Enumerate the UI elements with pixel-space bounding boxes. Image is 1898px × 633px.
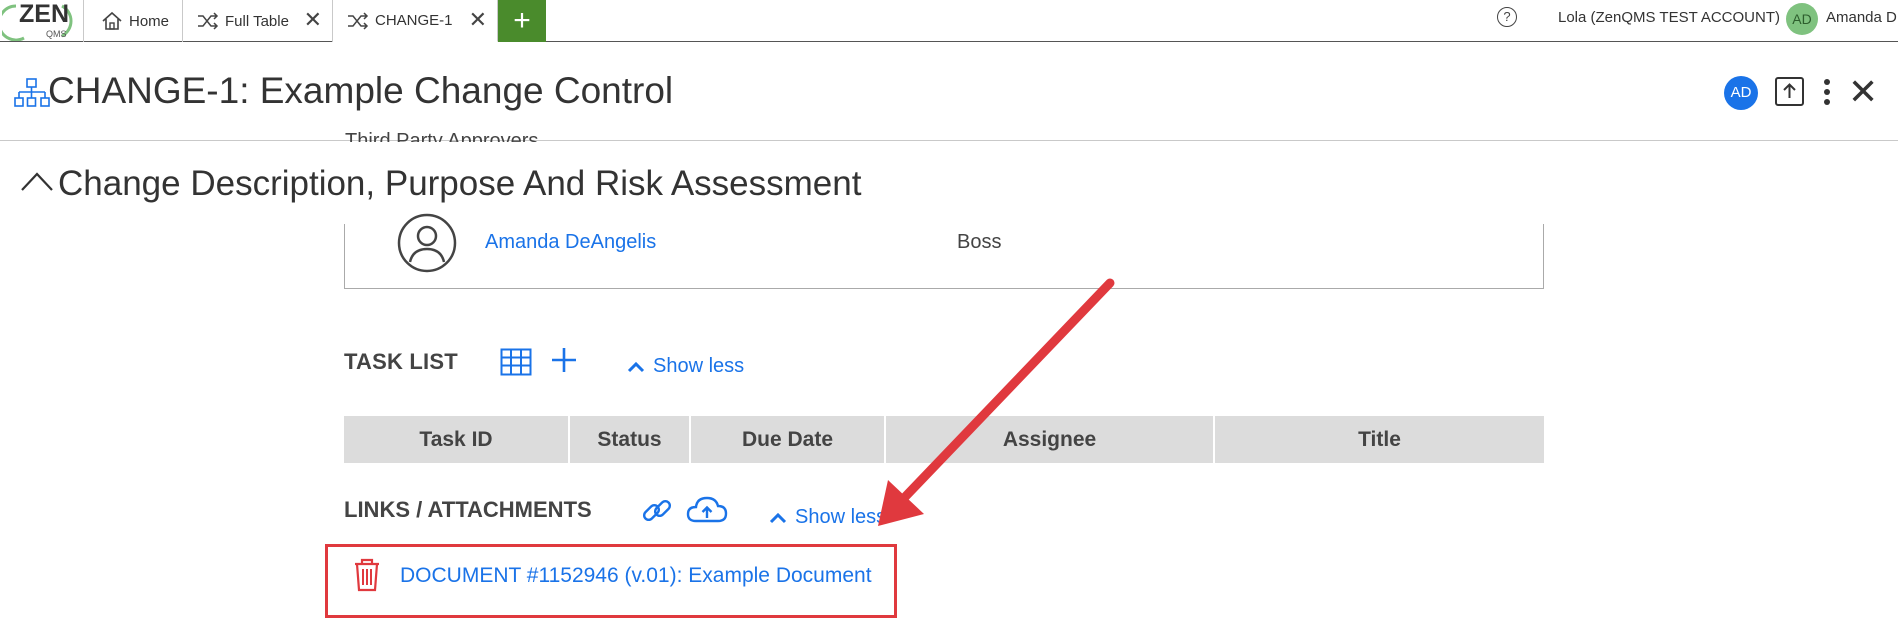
home-icon: [101, 11, 123, 31]
scrolled-heading-peek: Third Party Approvers: [345, 130, 539, 142]
cloud-upload-icon[interactable]: [686, 494, 728, 531]
column-header-due-date[interactable]: Due Date: [691, 416, 886, 463]
tab-home-label: Home: [129, 12, 170, 30]
column-header-task-id[interactable]: Task ID: [344, 416, 570, 463]
shuffle-icon: [347, 11, 369, 30]
approver-role: Boss: [957, 231, 1002, 253]
links-show-less-label: Show less: [795, 506, 887, 528]
close-record-icon[interactable]: ✕: [1848, 74, 1878, 110]
chevron-up-icon: [769, 512, 787, 523]
tab-change-1-label: CHANGE-1: [375, 12, 453, 29]
export-icon[interactable]: [1775, 77, 1804, 106]
column-header-status[interactable]: Status: [570, 416, 691, 463]
more-options-icon[interactable]: [1823, 78, 1831, 106]
task-list-title: TASK LIST: [344, 349, 458, 374]
section-title[interactable]: Change Description, Purpose And Risk Ass…: [58, 164, 861, 204]
tab-full-table[interactable]: Full Table ✕: [183, 0, 333, 42]
tab-full-table-close-icon[interactable]: ✕: [304, 9, 322, 31]
table-icon[interactable]: [500, 348, 532, 381]
links-show-less-link[interactable]: Show less: [769, 506, 886, 529]
logo-text: ZEN: [19, 0, 69, 28]
column-header-title[interactable]: Title: [1215, 416, 1544, 463]
task-table-header: Task ID Status Due Date Assignee Title: [344, 416, 1544, 463]
add-task-icon[interactable]: [550, 346, 578, 379]
approver-name-link[interactable]: Amanda DeAngelis: [485, 231, 656, 254]
top-bar: ZEN QMS Home Full Table ✕ CHANGE-1 ✕ + ?…: [0, 0, 1898, 42]
record-title: CHANGE-1: Example Change Control: [48, 70, 674, 111]
tab-home[interactable]: Home: [83, 0, 183, 42]
chevron-up-icon: [627, 361, 645, 372]
user-avatar[interactable]: AD: [1786, 3, 1818, 35]
links-attachments-title: LINKS / ATTACHMENTS: [344, 497, 592, 522]
task-list-show-less-link[interactable]: Show less: [627, 355, 744, 378]
trash-icon[interactable]: [353, 558, 381, 597]
hierarchy-icon: [14, 78, 50, 113]
plus-icon: +: [513, 4, 531, 37]
task-list-show-less-label: Show less: [653, 355, 745, 377]
tab-full-table-label: Full Table: [225, 12, 289, 30]
zenqms-logo[interactable]: ZEN QMS: [0, 0, 82, 42]
document-link[interactable]: DOCUMENT #1152946 (v.01): Example Docume…: [400, 564, 872, 588]
account-name[interactable]: Lola (ZenQMS TEST ACCOUNT): [1558, 9, 1780, 26]
person-icon: [396, 212, 458, 279]
user-name[interactable]: Amanda D: [1826, 9, 1897, 26]
help-icon[interactable]: ?: [1497, 7, 1517, 27]
link-icon[interactable]: [640, 494, 674, 533]
tab-change-1-close-icon[interactable]: ✕: [469, 9, 487, 31]
record-owner-avatar[interactable]: AD: [1724, 76, 1758, 110]
logo-subtext: QMS: [46, 29, 67, 39]
chevron-up-icon[interactable]: [20, 170, 54, 197]
tab-change-1[interactable]: CHANGE-1 ✕: [333, 0, 498, 42]
shuffle-icon: [197, 12, 219, 30]
column-header-assignee[interactable]: Assignee: [886, 416, 1215, 463]
add-tab-button[interactable]: +: [498, 0, 546, 42]
